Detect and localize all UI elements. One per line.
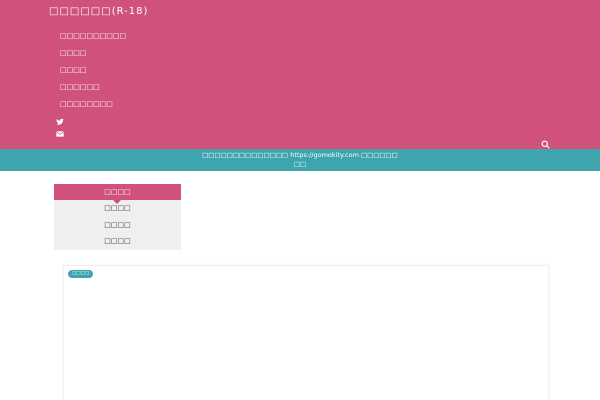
nav-item-4[interactable]: □□□□□□ <box>60 82 260 99</box>
widget-item-3[interactable]: □□□□ <box>54 233 181 250</box>
notice-text-before: □□□□□□□□□□□□□□ <box>202 151 291 159</box>
search-icon[interactable] <box>541 140 550 149</box>
nav-item-5[interactable]: □□□□□□□□ <box>60 99 260 116</box>
notice-line-2: □□ <box>293 160 307 168</box>
widget-title-text: □□□□ <box>104 188 131 196</box>
nav-item-3[interactable]: □□□□ <box>60 65 260 82</box>
nav-item-2[interactable]: □□□□ <box>60 48 260 65</box>
site-header: □□□□□□(R-18) □□□□□□□□□□ □□□□ □□□□ □□□□□□… <box>0 0 600 149</box>
category-badge[interactable]: □□□□ <box>68 270 94 278</box>
notice-bar: □□□□□□□□□□□□□□ https://gomokity.com □□□□… <box>0 149 600 171</box>
widget-list: □□□□ □□□□ □□□□ <box>54 200 181 250</box>
widget-item-2[interactable]: □□□□ <box>54 217 181 234</box>
site-title[interactable]: □□□□□□(R-18) <box>49 6 148 17</box>
nav-item-1[interactable]: □□□□□□□□□□ <box>60 31 260 48</box>
widget-title: □□□□ <box>54 184 181 204</box>
article-card[interactable]: □□□□ <box>63 265 549 400</box>
side-widget: □□□□ □□□□ □□□□ □□□□ <box>54 184 181 250</box>
social-links <box>56 118 64 142</box>
notice-url[interactable]: https://gomokity.com <box>290 151 359 159</box>
mail-icon[interactable] <box>56 130 64 138</box>
notice-line-1: □□□□□□□□□□□□□□ https://gomokity.com □□□□… <box>0 151 600 160</box>
widget-pointer <box>113 200 121 204</box>
main-nav: □□□□□□□□□□ □□□□ □□□□ □□□□□□ □□□□□□□□ <box>60 31 260 116</box>
notice-text-after: □□□□□□ <box>358 151 398 159</box>
twitter-icon[interactable] <box>56 118 64 126</box>
